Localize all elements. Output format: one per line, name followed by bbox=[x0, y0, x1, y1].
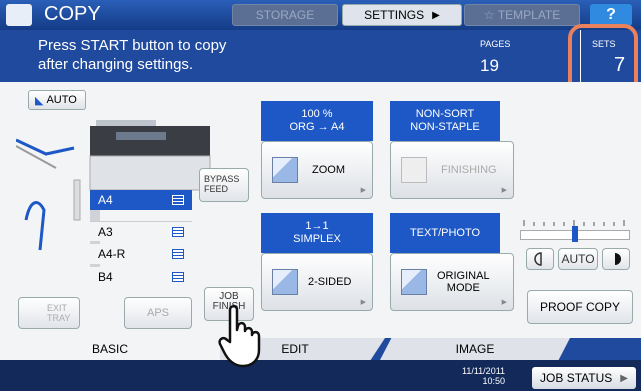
half-circle-dark-icon bbox=[615, 253, 621, 265]
paper-stack-icon bbox=[172, 249, 184, 259]
original-mode-button[interactable]: ORIGINAL MODE ▶ bbox=[390, 253, 514, 311]
density-auto-button[interactable]: AUTO bbox=[558, 248, 598, 270]
triangle-icon: ▶ bbox=[360, 299, 366, 306]
job-status-button[interactable]: JOB STATUS ▶ bbox=[532, 367, 636, 389]
2-sided-icon bbox=[272, 269, 298, 295]
date-time: 11/11/2011 10:50 bbox=[462, 366, 506, 386]
tray-a3[interactable]: A3 bbox=[90, 221, 192, 241]
status-message: Press START button to copy after changin… bbox=[38, 37, 227, 73]
original-mode-status: TEXT/PHOTO bbox=[390, 213, 500, 253]
triangle-icon: ▶ bbox=[501, 187, 507, 194]
exit-tray-button[interactable]: EXIT TRAY bbox=[18, 297, 80, 329]
chevron-right-icon: ▶ bbox=[432, 9, 440, 21]
paper-stack-icon bbox=[172, 226, 184, 237]
pointer-hand-icon bbox=[218, 305, 261, 368]
triangle-icon: ▶ bbox=[501, 299, 507, 306]
paper-stack-icon bbox=[172, 195, 184, 205]
finishing-button[interactable]: FINISHING ▶ bbox=[390, 141, 514, 199]
tab-basic[interactable]: BASIC bbox=[0, 338, 220, 360]
zoom-button[interactable]: ZOOM ▶ bbox=[261, 141, 373, 199]
density-lighter-button[interactable] bbox=[526, 248, 554, 270]
app-title: COPY bbox=[44, 3, 101, 25]
paper-stack-icon bbox=[172, 272, 184, 282]
2-sided-button[interactable]: 2-SIDED ▶ bbox=[261, 253, 373, 311]
finishing-icon bbox=[401, 157, 427, 183]
bypass-feed-button[interactable]: BYPASS FEED bbox=[199, 168, 249, 202]
density-slider-knob[interactable] bbox=[572, 226, 578, 242]
original-auto-button[interactable]: ◣ AUTO bbox=[28, 90, 86, 110]
tray-b4[interactable]: B4 bbox=[90, 267, 192, 287]
pages-count: 19 bbox=[480, 56, 499, 75]
tray-a4[interactable]: A4 bbox=[90, 190, 192, 210]
tray-a4-r[interactable]: A4-R bbox=[90, 244, 192, 264]
zoom-icon bbox=[272, 157, 298, 183]
star-icon: ☆ bbox=[483, 8, 498, 22]
zoom-status: 100 % ORG → A4 bbox=[261, 101, 373, 141]
duplex-status: 1→1 SIMPLEX bbox=[261, 213, 373, 253]
triangle-icon: ▶ bbox=[360, 187, 366, 194]
half-circle-light-icon bbox=[534, 252, 542, 266]
original-mode-icon bbox=[401, 269, 427, 295]
help-button[interactable]: ? bbox=[590, 4, 632, 26]
proof-copy-button[interactable]: PROOF COPY bbox=[527, 290, 633, 324]
template-button[interactable]: ☆ TEMPLATE bbox=[464, 4, 580, 26]
aps-button[interactable]: APS bbox=[124, 297, 192, 329]
pages-label: PAGES bbox=[480, 39, 511, 49]
density-darker-button[interactable] bbox=[602, 248, 630, 270]
storage-button[interactable]: STORAGE bbox=[232, 4, 338, 26]
finishing-status: NON-SORT NON-STAPLE bbox=[390, 101, 500, 141]
tab-image[interactable]: IMAGE bbox=[380, 338, 570, 360]
original-icon: ◣ bbox=[35, 94, 44, 107]
settings-button[interactable]: SETTINGS ▶ bbox=[342, 4, 462, 26]
chevron-right-icon: ▶ bbox=[620, 372, 628, 384]
copy-icon bbox=[6, 4, 32, 26]
